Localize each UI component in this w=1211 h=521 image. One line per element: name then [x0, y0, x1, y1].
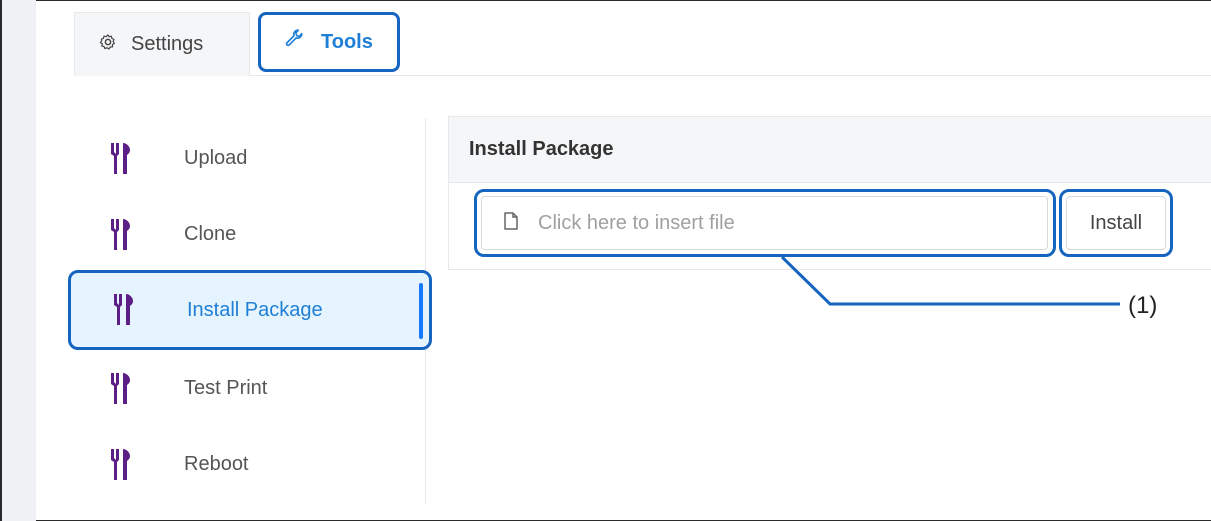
callout-line — [780, 255, 1120, 306]
callout-label: (1) — [1128, 292, 1158, 319]
